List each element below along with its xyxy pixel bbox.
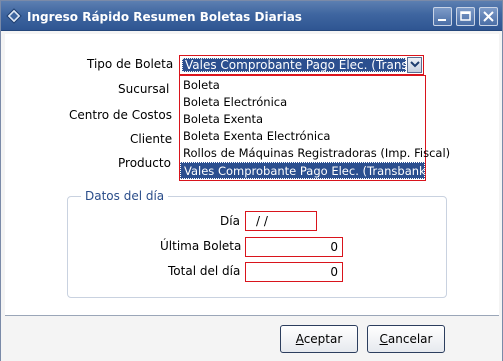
cancelar-label-rest: ancelar <box>387 332 433 346</box>
cancelar-mnemonic: C <box>379 332 388 346</box>
dropdown-option-rollos-maquinas[interactable]: Rollos de Máquinas Registradoras (Imp. F… <box>180 145 450 162</box>
aceptar-button[interactable]: Aceptar <box>280 325 358 353</box>
ultima-boleta-input[interactable]: 0 <box>245 237 343 257</box>
producto-label: Producto <box>118 156 171 170</box>
dropdown-option-boleta-exenta[interactable]: Boleta Exenta <box>180 111 425 128</box>
title-bar[interactable]: Ingreso Rápido Resumen Boletas Diarias <box>1 1 502 31</box>
chevron-down-icon <box>410 61 420 68</box>
dropdown-option-vales-transbank[interactable]: Vales Comprobante Pago Elec. (Transbank) <box>180 162 430 179</box>
dialog-window: Ingreso Rápido Resumen Boletas Diarias T… <box>0 0 503 361</box>
total-dia-input[interactable]: 0 <box>245 262 343 282</box>
dia-label: Día <box>220 214 240 228</box>
dia-date-input[interactable]: / / <box>245 211 317 231</box>
cliente-label: Cliente <box>130 132 173 146</box>
aceptar-label-rest: ceptar <box>303 332 343 346</box>
window-title: Ingreso Rápido Resumen Boletas Diarias <box>27 10 302 24</box>
dropdown-option-boleta-exenta-electronica[interactable]: Boleta Exenta Electrónica <box>180 128 425 145</box>
tipo-boleta-value: Vales Comprobante Pago Elec. (Transbar <box>185 58 407 72</box>
tipo-boleta-select[interactable]: Vales Comprobante Pago Elec. (Transbar <box>179 55 424 75</box>
tipo-boleta-dropdown-list: Boleta Boleta Electrónica Boleta Exenta … <box>179 75 450 181</box>
close-icon <box>483 11 494 22</box>
tipo-boleta-selected-highlight: Vales Comprobante Pago Elec. (Transbar <box>182 58 407 72</box>
close-button[interactable] <box>479 7 498 26</box>
minimize-icon <box>438 19 446 21</box>
centro-costos-label: Centro de Costos <box>69 108 172 122</box>
sucursal-label: Sucursal <box>118 82 170 96</box>
tipo-boleta-label: Tipo de Boleta <box>87 57 174 71</box>
app-icon <box>6 8 22 24</box>
dropdown-option-boleta-electronica[interactable]: Boleta Electrónica <box>180 94 425 111</box>
aceptar-mnemonic: A <box>295 332 304 346</box>
maximize-button[interactable] <box>456 7 475 26</box>
total-dia-label: Total del día <box>168 264 241 278</box>
cancelar-button[interactable]: Cancelar <box>367 325 445 353</box>
minimize-button[interactable] <box>433 7 452 26</box>
maximize-icon <box>460 11 471 21</box>
dropdown-arrow-button[interactable] <box>407 57 422 73</box>
dropdown-option-boleta[interactable]: Boleta <box>180 77 425 94</box>
datos-dia-group-title: Datos del día <box>81 189 169 203</box>
ultima-boleta-label: Última Boleta <box>160 239 242 253</box>
